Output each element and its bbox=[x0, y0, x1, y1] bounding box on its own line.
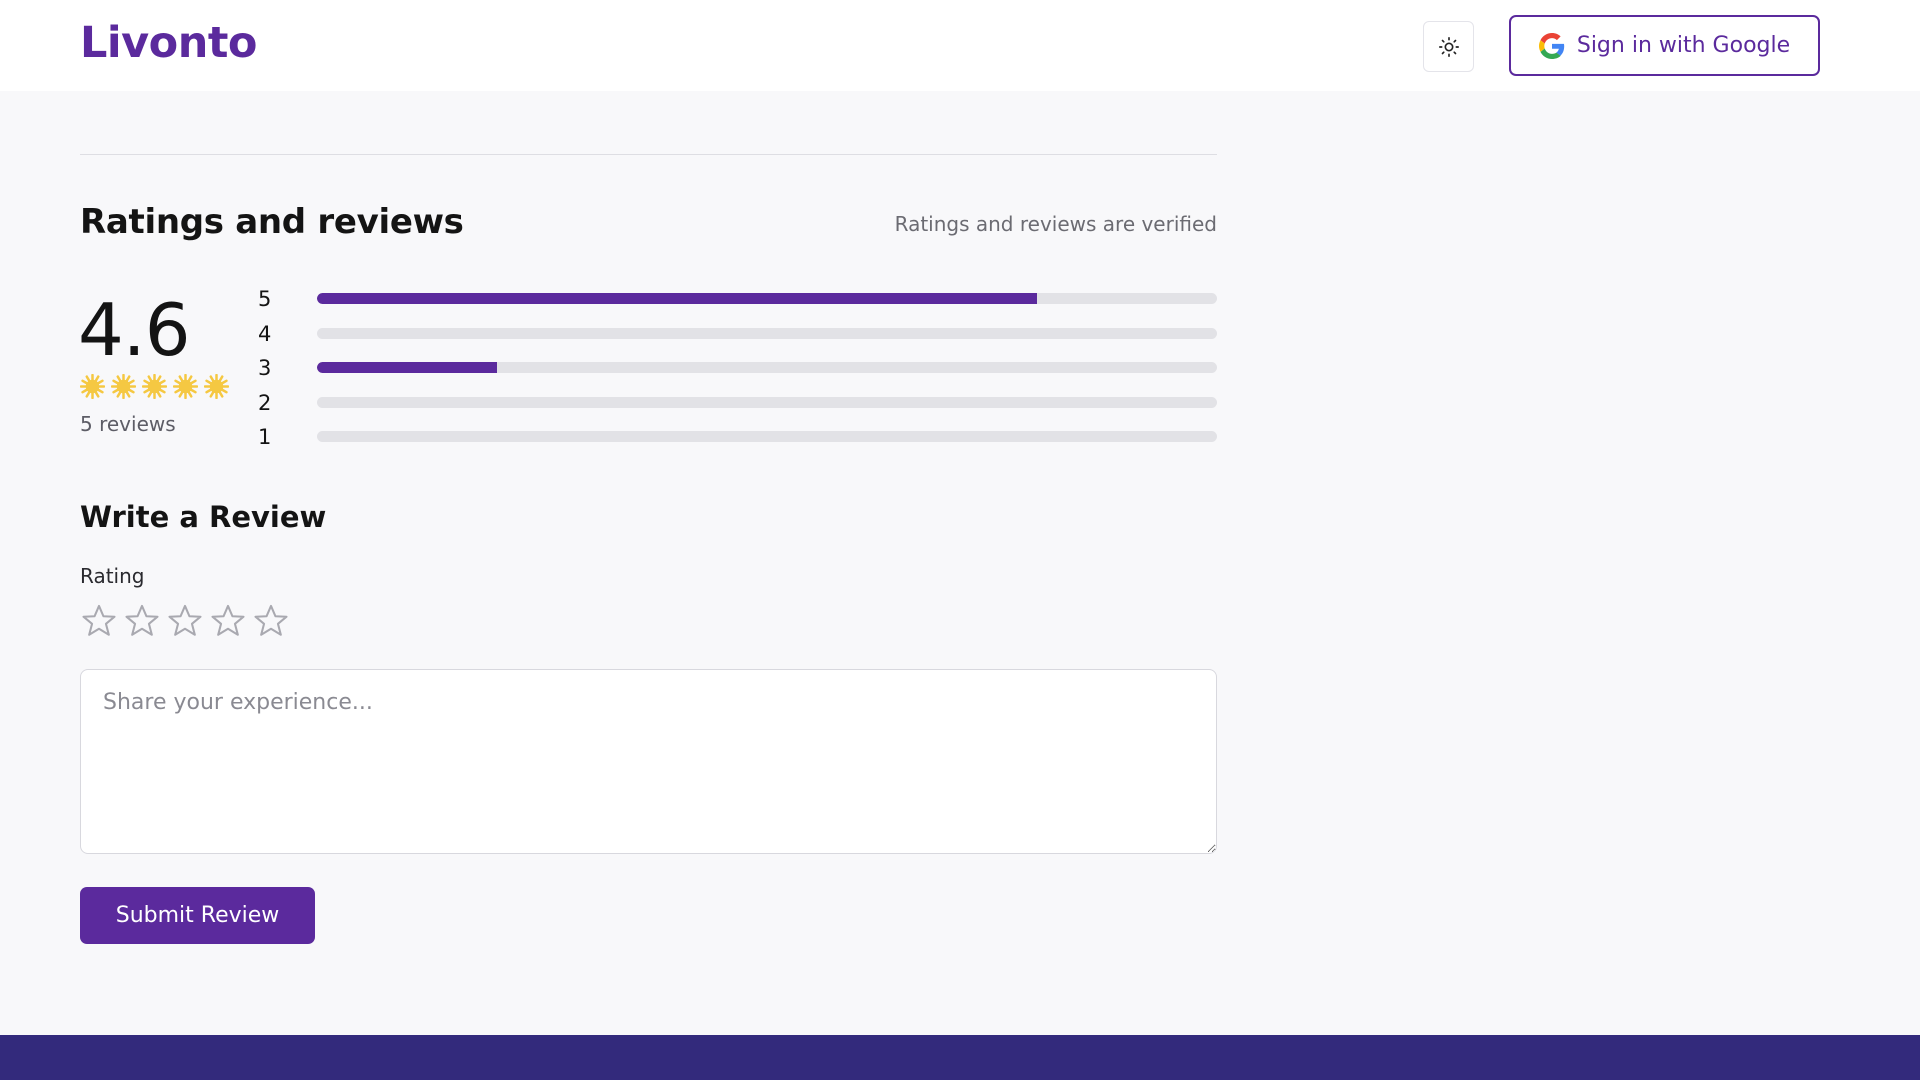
google-sign-in-button[interactable]: Sign in with Google bbox=[1509, 15, 1820, 76]
top-header: Livonto Sign in with Google bbox=[0, 0, 1920, 91]
distribution-label: 2 bbox=[258, 390, 272, 415]
rating-star-icon[interactable] bbox=[80, 602, 118, 640]
rating-star-icon[interactable] bbox=[252, 602, 290, 640]
distribution-row-3: 3 bbox=[258, 355, 1218, 389]
average-rating: 4.6 bbox=[78, 288, 191, 372]
rating-star-picker[interactable] bbox=[80, 602, 290, 640]
theme-toggle-button[interactable] bbox=[1423, 21, 1474, 72]
distribution-track bbox=[317, 293, 1217, 304]
distribution-label: 5 bbox=[258, 287, 272, 311]
sun-icon bbox=[1438, 36, 1459, 57]
distribution-label: 4 bbox=[258, 321, 272, 346]
distribution-label: 1 bbox=[258, 425, 272, 449]
ratings-title: Ratings and reviews bbox=[80, 202, 464, 242]
review-textarea[interactable] bbox=[80, 669, 1217, 854]
distribution-track bbox=[317, 431, 1217, 442]
verified-note: Ratings and reviews are verified bbox=[894, 212, 1217, 236]
distribution-row-2: 2 bbox=[258, 390, 1218, 424]
google-g-icon bbox=[1538, 32, 1565, 59]
distribution-row-1: 1 bbox=[258, 424, 1218, 458]
rating-star-icon[interactable] bbox=[166, 602, 204, 640]
filled-star-icon bbox=[111, 374, 136, 399]
distribution-label: 3 bbox=[258, 356, 272, 380]
google-button-label: Sign in with Google bbox=[1576, 33, 1791, 58]
section-divider bbox=[80, 154, 1217, 155]
filled-star-icon bbox=[142, 374, 167, 399]
rating-star-icon[interactable] bbox=[123, 602, 161, 640]
distribution-fill bbox=[317, 362, 497, 373]
average-stars bbox=[80, 374, 229, 399]
brand-logo[interactable]: Livonto bbox=[80, 18, 257, 68]
footer bbox=[0, 1035, 1920, 1080]
distribution-track bbox=[317, 362, 1217, 373]
write-review-title: Write a Review bbox=[80, 500, 327, 534]
distribution-track bbox=[317, 396, 1217, 408]
filled-star-icon bbox=[173, 374, 198, 399]
filled-star-icon bbox=[80, 374, 105, 399]
filled-star-icon bbox=[204, 374, 229, 399]
reviews-count: 5 reviews bbox=[80, 412, 176, 436]
distribution-row-5: 5 bbox=[258, 286, 1218, 320]
distribution-track bbox=[317, 327, 1217, 339]
rating-label: Rating bbox=[80, 564, 145, 588]
rating-star-icon[interactable] bbox=[209, 602, 247, 640]
submit-review-button[interactable]: Submit Review bbox=[80, 887, 315, 944]
distribution-row-4: 4 bbox=[258, 321, 1218, 355]
distribution-fill bbox=[317, 293, 1037, 304]
